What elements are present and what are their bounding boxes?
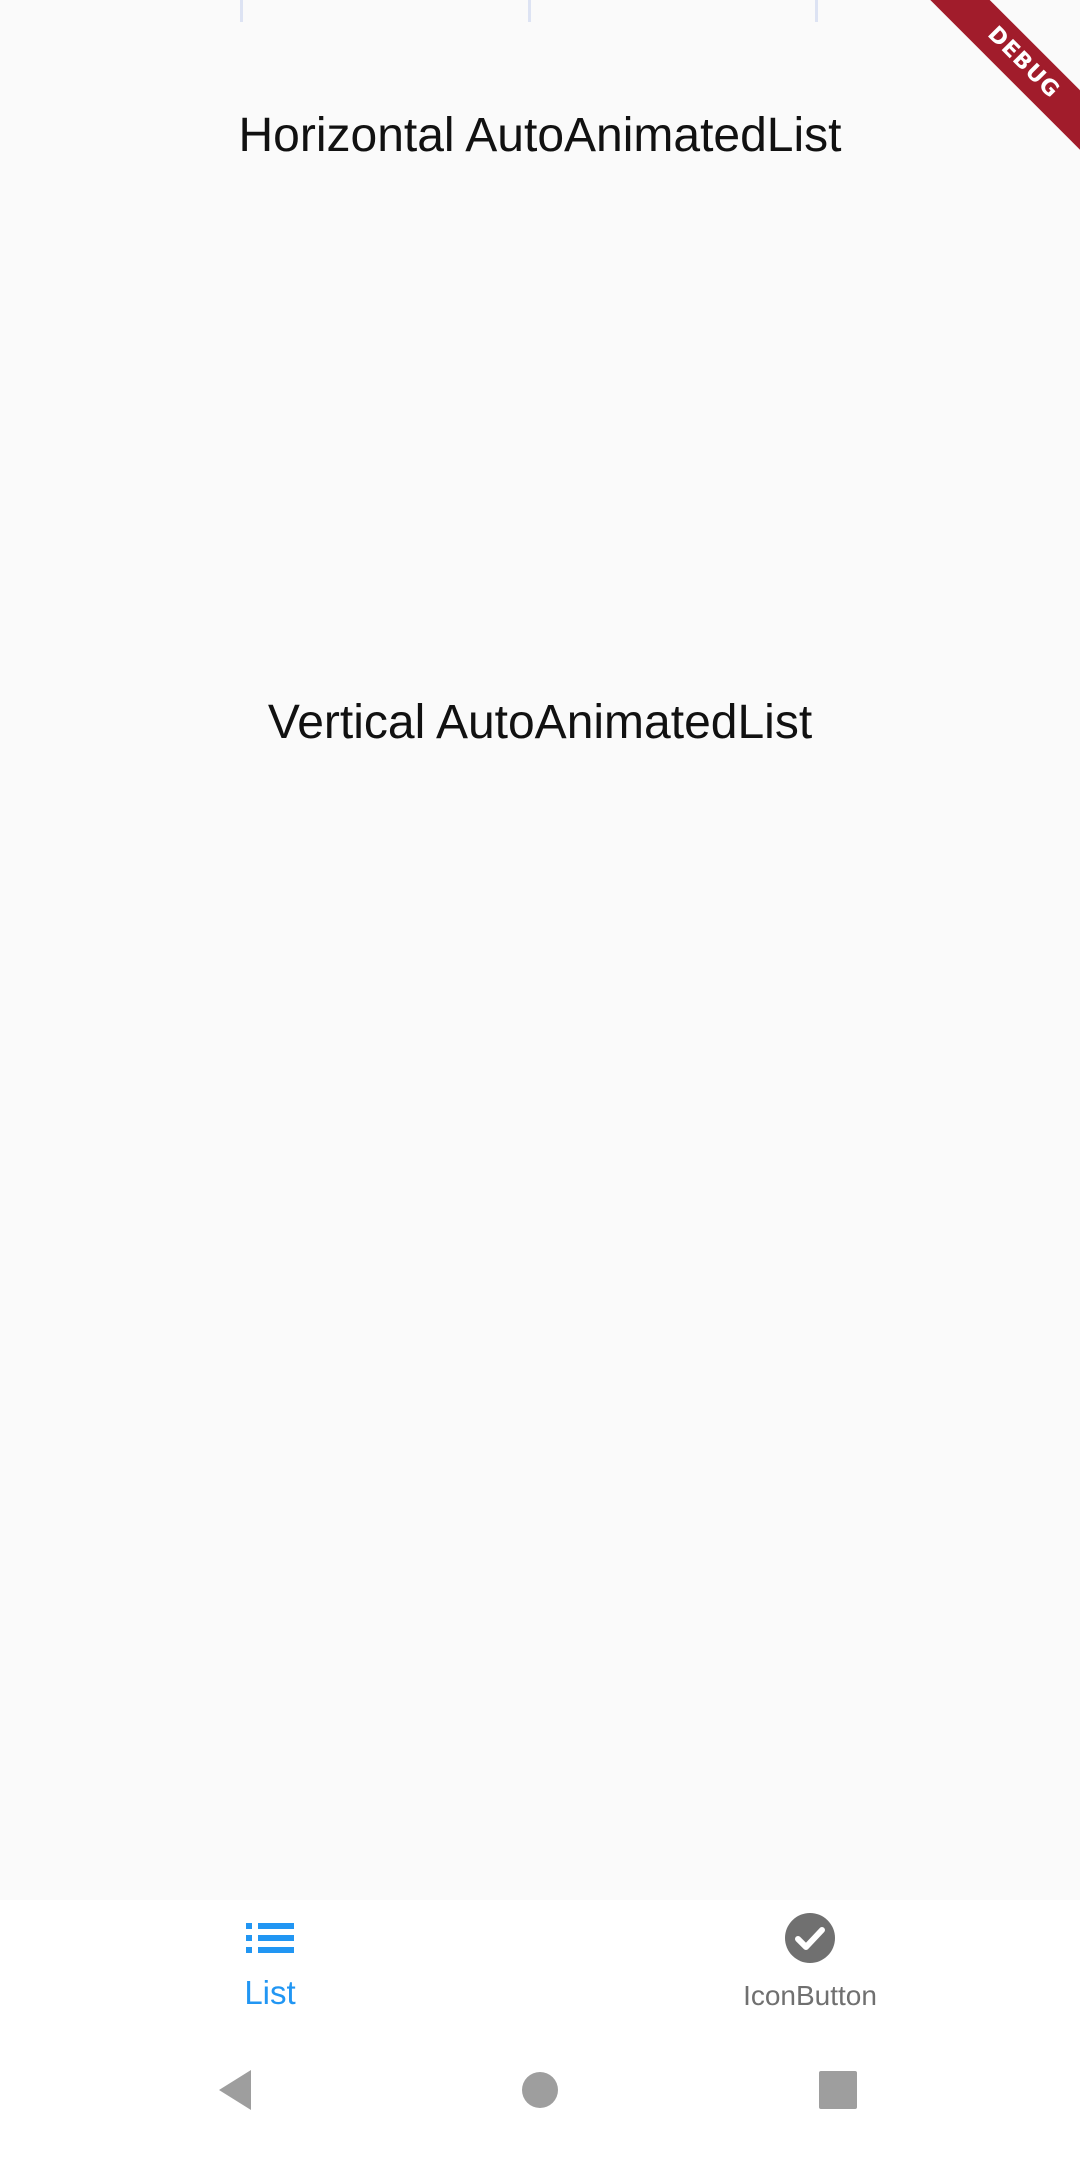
status-bar-tick: [240, 0, 243, 22]
nav-item-list[interactable]: List: [0, 1900, 540, 2020]
nav-item-list-label: List: [244, 1974, 296, 2011]
status-bar-tick: [528, 0, 531, 22]
back-icon[interactable]: [207, 2060, 267, 2120]
horizontal-list-area: [0, 180, 1080, 660]
system-navigation-bar: [0, 2020, 1080, 2160]
nav-item-iconbutton-label: IconButton: [743, 1980, 877, 2011]
list-icon: [244, 1912, 296, 1964]
bottom-navigation-bar: List IconButton: [0, 1900, 1080, 2020]
vertical-list-area: [0, 770, 1080, 1890]
status-bar-tick: [815, 0, 818, 22]
nav-item-iconbutton[interactable]: IconButton: [540, 1900, 1080, 2020]
home-icon[interactable]: [510, 2060, 570, 2120]
horizontal-list-title: Horizontal AutoAnimatedList: [238, 109, 842, 162]
recents-icon[interactable]: [808, 2060, 868, 2120]
check-circle-icon: [784, 1912, 836, 1964]
vertical-list-title: Vertical AutoAnimatedList: [267, 696, 813, 749]
